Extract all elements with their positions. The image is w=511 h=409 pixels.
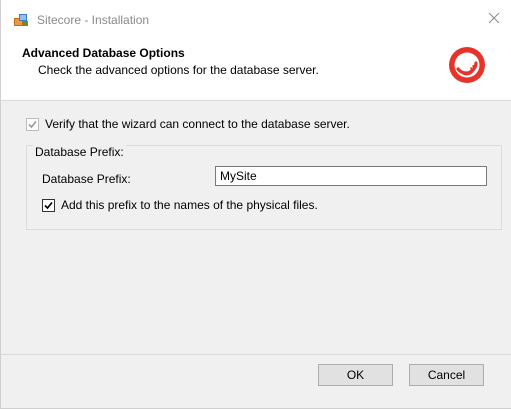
sitecore-logo (447, 45, 487, 85)
database-prefix-group: Database Prefix: Database Prefix: Add th… (26, 145, 502, 230)
checkmark-icon (44, 201, 53, 209)
page-title: Advanced Database Options (22, 46, 185, 60)
add-prefix-label: Add this prefix to the names of the phys… (61, 198, 318, 212)
group-legend: Database Prefix: (33, 145, 126, 159)
installation-window: Sitecore - Installation Advanced Databas… (0, 0, 511, 409)
ok-button[interactable]: OK (318, 364, 393, 386)
verify-connection-label: Verify that the wizard can connect to th… (45, 117, 350, 131)
database-prefix-input[interactable] (215, 166, 487, 186)
checkbox-box[interactable] (42, 198, 55, 212)
window-title: Sitecore - Installation (37, 13, 150, 27)
verify-connection-checkbox[interactable]: Verify that the wizard can connect to th… (26, 117, 350, 131)
database-prefix-label: Database Prefix: (42, 172, 131, 186)
checkbox-box[interactable] (26, 117, 39, 131)
close-icon (488, 12, 500, 27)
page-subtitle: Check the advanced options for the datab… (38, 63, 319, 77)
checkmark-icon (28, 120, 37, 128)
wizard-header: Advanced Database Options Check the adva… (1, 38, 511, 101)
add-prefix-checkbox[interactable]: Add this prefix to the names of the phys… (42, 198, 318, 212)
installer-icon (13, 12, 29, 28)
title-bar: Sitecore - Installation (1, 0, 511, 38)
button-bar: OK Cancel (1, 354, 511, 408)
cancel-button[interactable]: Cancel (409, 364, 484, 386)
close-button[interactable] (476, 4, 511, 34)
options-panel: Verify that the wizard can connect to th… (1, 101, 511, 354)
